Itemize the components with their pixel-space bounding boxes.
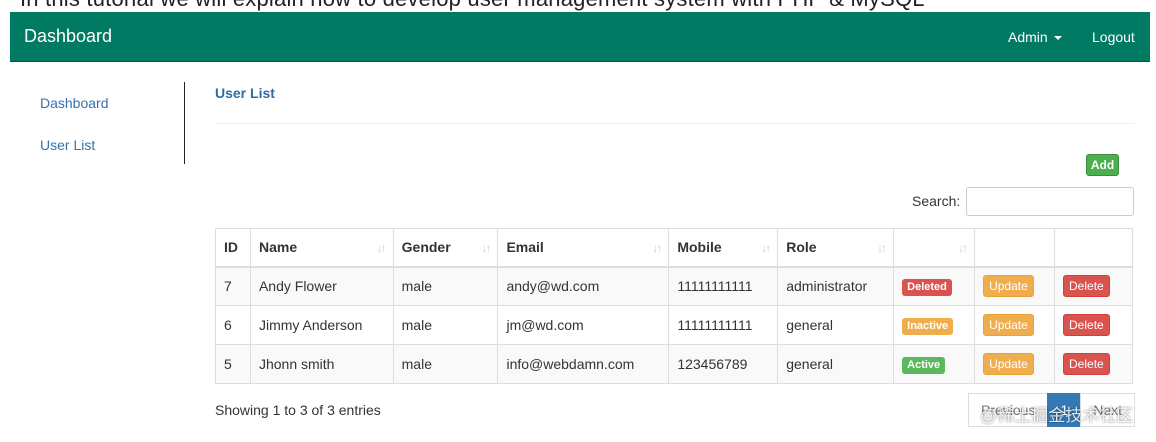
table-row: 5 Jhonn smith male info@webdamn.com 1234… xyxy=(215,344,1133,384)
column-header-role[interactable]: Role ↓↑ xyxy=(777,228,895,268)
delete-button[interactable]: Delete xyxy=(1063,275,1110,298)
cell-email: info@webdamn.com xyxy=(497,344,670,384)
navbar-brand[interactable]: Dashboard xyxy=(24,26,112,47)
cell-gender: male xyxy=(392,305,499,345)
column-header-gender[interactable]: Gender ↓↑ xyxy=(392,228,499,268)
navbar: Dashboard Admin Logout xyxy=(10,12,1150,62)
cropped-caption-text: In this tutorial we will explain how to … xyxy=(20,0,925,12)
cell-mobile: 11111111111 xyxy=(668,305,779,345)
table-header-row: ID Name ↓↑ Gender ↓↑ Email ↓↑ Mobile ↓↑ Role… xyxy=(215,228,1133,268)
cell-delete: Delete xyxy=(1054,344,1133,384)
sort-icon: ↓↑ xyxy=(481,241,491,255)
add-user-button[interactable]: Add xyxy=(1086,154,1119,176)
sort-icon: ↓↑ xyxy=(761,241,771,255)
table-info: Showing 1 to 3 of 3 entries xyxy=(215,402,381,418)
search-input[interactable] xyxy=(966,187,1134,216)
sort-icon: ↓↑ xyxy=(376,241,387,255)
cell-mobile: 11111111111 xyxy=(668,266,779,306)
column-header-mobile[interactable]: Mobile ↓↑ xyxy=(668,228,779,268)
admin-dropdown[interactable]: Admin xyxy=(1008,29,1062,45)
status-badge: Deleted xyxy=(902,278,952,296)
cell-name: Jimmy Anderson xyxy=(249,305,394,345)
cell-delete: Delete xyxy=(1054,266,1133,306)
caret-down-icon xyxy=(1053,36,1062,41)
cell-email: andy@wd.com xyxy=(497,266,670,306)
column-header-status[interactable]: ↓↑ xyxy=(893,228,976,268)
table-row: 7 Andy Flower male andy@wd.com 111111111… xyxy=(215,266,1133,306)
header-label: Role xyxy=(786,239,817,256)
cell-role: general xyxy=(777,305,895,345)
cell-gender: male xyxy=(392,266,499,306)
cell-status: Deleted xyxy=(893,266,976,306)
cell-id: 6 xyxy=(215,305,251,345)
cell-delete: Delete xyxy=(1054,305,1133,345)
admin-label: Admin xyxy=(1008,29,1048,45)
page-title: User List xyxy=(215,85,275,101)
header-label: ID xyxy=(224,239,238,256)
user-table: ID Name ↓↑ Gender ↓↑ Email ↓↑ Mobile ↓↑ Role… xyxy=(215,228,1133,384)
sort-icon: ↓↑ xyxy=(877,241,887,255)
divider xyxy=(215,123,1135,124)
sidebar-item-dashboard[interactable]: Dashboard xyxy=(40,95,109,111)
header-label: Name xyxy=(258,239,298,256)
cell-name: Jhonn smith xyxy=(249,344,394,384)
cell-id: 5 xyxy=(215,344,251,384)
sidebar: Dashboard User List xyxy=(26,82,185,164)
header-label: Mobile xyxy=(677,239,722,256)
cropped-caption: In this tutorial we will explain how to … xyxy=(0,0,1156,12)
cell-gender: male xyxy=(392,344,499,384)
column-header-update xyxy=(974,228,1056,268)
sidebar-item-user-list[interactable]: User List xyxy=(40,137,95,153)
cell-email: jm@wd.com xyxy=(497,305,670,345)
sort-icon: ↓↑ xyxy=(958,241,968,255)
column-header-name[interactable]: Name ↓↑ xyxy=(249,228,394,268)
cell-update: Update xyxy=(974,266,1056,306)
cell-update: Update xyxy=(974,305,1056,345)
cell-status: Inactive xyxy=(893,305,976,345)
update-button[interactable]: Update xyxy=(983,275,1034,298)
column-header-email[interactable]: Email ↓↑ xyxy=(497,228,670,268)
status-badge: Inactive xyxy=(902,317,954,335)
cell-name: Andy Flower xyxy=(249,266,394,306)
cell-id: 7 xyxy=(215,266,251,306)
cell-role: general xyxy=(777,344,895,384)
update-button[interactable]: Update xyxy=(983,314,1034,336)
cell-role: administrator xyxy=(777,266,895,306)
table-row: 6 Jimmy Anderson male jm@wd.com 11111111… xyxy=(215,305,1133,345)
column-header-id[interactable]: ID xyxy=(215,228,251,268)
watermark: @稀土掘金技术社区 xyxy=(980,406,1134,425)
sort-icon: ↓↑ xyxy=(652,241,662,255)
status-badge: Active xyxy=(902,356,946,374)
header-label: Email xyxy=(506,239,544,256)
cell-status: Active xyxy=(893,344,976,384)
cell-mobile: 123456789 xyxy=(668,344,779,384)
update-button[interactable]: Update xyxy=(983,353,1034,375)
delete-button[interactable]: Delete xyxy=(1063,353,1110,375)
cell-update: Update xyxy=(974,344,1056,384)
column-header-delete xyxy=(1054,228,1133,268)
search-label: Search: xyxy=(912,193,961,209)
header-label: Gender xyxy=(401,239,451,256)
logout-link[interactable]: Logout xyxy=(1092,29,1135,45)
delete-button[interactable]: Delete xyxy=(1063,314,1110,336)
